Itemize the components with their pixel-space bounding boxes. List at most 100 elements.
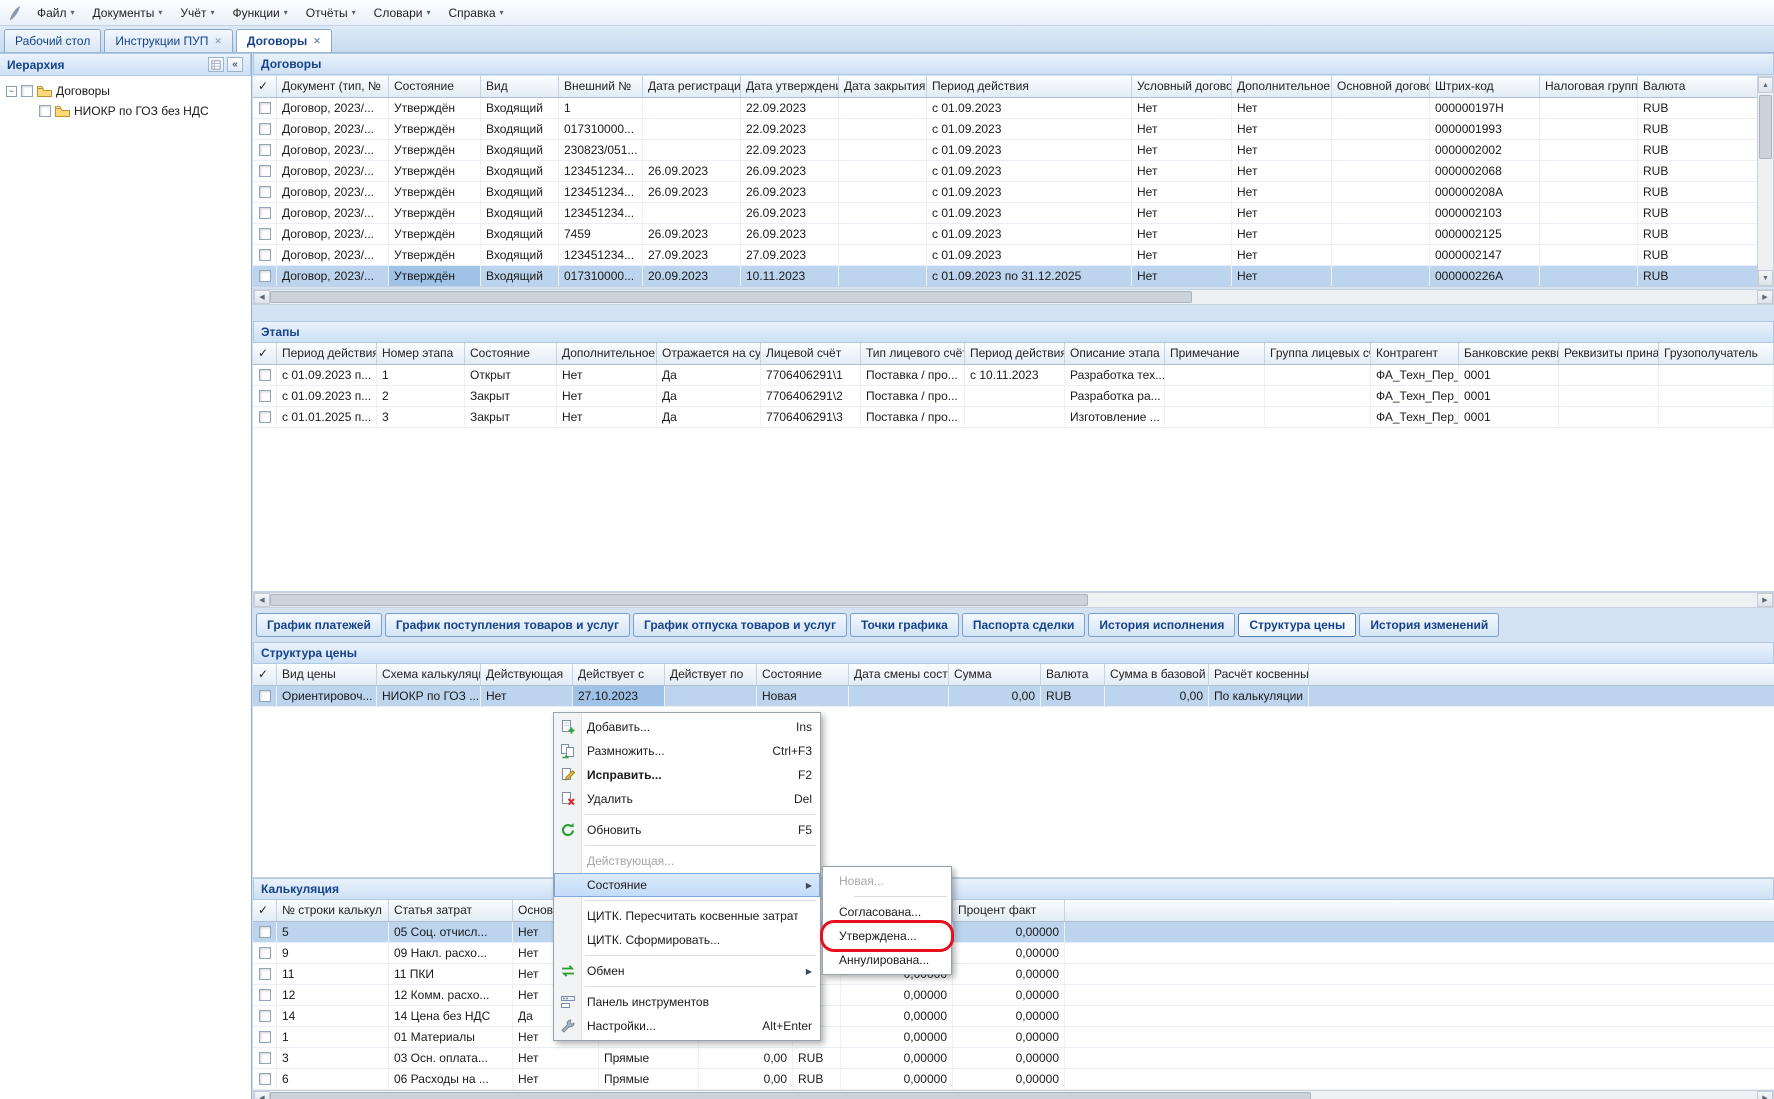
vertical-scrollbar[interactable]: ▲ ▼	[1757, 76, 1774, 287]
scroll-left-icon[interactable]: ◀	[254, 290, 270, 304]
row-checkbox[interactable]	[259, 270, 271, 282]
column-header[interactable]: Примечание	[1165, 343, 1265, 364]
column-header[interactable]: Реквизиты принад	[1559, 343, 1659, 364]
scrollbar-thumb[interactable]	[270, 594, 1088, 606]
table-row[interactable]: Договор, 2023/...УтверждёнВходящий017310…	[253, 119, 1757, 140]
column-header[interactable]: Штрих-код	[1430, 76, 1540, 97]
table-row[interactable]: 1111 ПКИНет0,000000,00000	[253, 964, 1774, 985]
column-header[interactable]: Отражается на су	[657, 343, 761, 364]
row-checkbox[interactable]	[259, 968, 271, 980]
column-header[interactable]: Дополнительное с	[557, 343, 657, 364]
scrollbar-track[interactable]	[270, 1091, 1757, 1099]
table-row[interactable]: 909 Накл. расхо...Нет0,000000,00000	[253, 943, 1774, 964]
table-row[interactable]: Договор, 2023/...УтверждёнВходящий122.09…	[253, 98, 1757, 119]
table-row[interactable]: с 01.01.2025 п...3ЗакрытНетДа7706406291\…	[253, 407, 1774, 428]
table-row[interactable]: Договор, 2023/...УтверждёнВходящий123451…	[253, 203, 1757, 224]
column-header[interactable]: Действует по	[665, 664, 757, 685]
tree-node[interactable]: −Договоры	[0, 81, 251, 101]
column-header[interactable]: Внешний №	[559, 76, 643, 97]
detail-tab[interactable]: История исполнения	[1088, 613, 1235, 637]
column-header[interactable]: Основной договор	[1332, 76, 1430, 97]
menu-item[interactable]: ОбновитьF5	[554, 818, 820, 842]
column-header[interactable]: Валюта	[1638, 76, 1757, 97]
horizontal-scrollbar[interactable]: ◀ ▶	[253, 1090, 1774, 1099]
detail-tab[interactable]: График платежей	[256, 613, 382, 637]
scroll-left-icon[interactable]: ◀	[254, 1091, 270, 1099]
table-row[interactable]: Договор, 2023/...УтверждёнВходящий745926…	[253, 224, 1757, 245]
row-checkbox[interactable]	[259, 102, 271, 114]
menu-item[interactable]: УдалитьDel	[554, 787, 820, 811]
menubar-item[interactable]: Учёт▾	[171, 2, 223, 24]
tab-close-icon[interactable]: ✕	[214, 31, 222, 52]
menu-item[interactable]: Новая...	[823, 869, 951, 893]
table-row[interactable]: Договор, 2023/...УтверждёнВходящий123451…	[253, 182, 1757, 203]
column-header[interactable]: Дополнительное с	[1232, 76, 1332, 97]
table-row[interactable]: 1414 Цена без НДСДа0,000000,00000	[253, 1006, 1774, 1027]
table-row[interactable]: 1212 Комм. расхо...Нет0,000000,00000	[253, 985, 1774, 1006]
row-checkbox[interactable]	[259, 690, 271, 702]
collapse-sidebar-icon[interactable]: «	[227, 57, 243, 72]
column-header[interactable]: Банковские рекви	[1459, 343, 1559, 364]
column-header[interactable]: Состояние	[757, 664, 849, 685]
column-header[interactable]: Лицевой счёт	[761, 343, 861, 364]
column-header[interactable]: Группа лицевых сч	[1265, 343, 1371, 364]
tree-checkbox[interactable]	[21, 85, 33, 97]
column-header[interactable]: Дата закрытия	[839, 76, 927, 97]
row-checkbox[interactable]	[259, 123, 271, 135]
menu-item[interactable]: Состояние▶	[554, 873, 820, 897]
hierarchy-grid-icon[interactable]	[208, 57, 224, 72]
row-checkbox[interactable]	[259, 1010, 271, 1022]
column-header[interactable]: Вид	[481, 76, 559, 97]
column-header[interactable]: Сумма в базовой в	[1105, 664, 1209, 685]
horizontal-scrollbar[interactable]: ◀ ▶	[253, 289, 1774, 305]
row-checkbox[interactable]	[259, 1052, 271, 1064]
menubar-item[interactable]: Словари▾	[365, 2, 440, 24]
table-row[interactable]: с 01.09.2023 п...1ОткрытНетДа7706406291\…	[253, 365, 1774, 386]
row-checkbox[interactable]	[259, 228, 271, 240]
column-header[interactable]: № строки калькул	[277, 900, 389, 921]
scroll-right-icon[interactable]: ▶	[1757, 290, 1773, 304]
row-checkbox[interactable]	[259, 369, 271, 381]
column-header[interactable]: ✓	[253, 76, 277, 97]
row-checkbox[interactable]	[259, 926, 271, 938]
scroll-down-icon[interactable]: ▼	[1758, 270, 1773, 286]
menubar-item[interactable]: Отчёты▾	[297, 2, 365, 24]
menu-item[interactable]: Утверждена...	[823, 924, 951, 948]
column-header[interactable]: Расчёт косвенных	[1209, 664, 1309, 685]
scroll-right-icon[interactable]: ▶	[1757, 593, 1773, 607]
row-checkbox[interactable]	[259, 947, 271, 959]
row-checkbox[interactable]	[259, 1073, 271, 1085]
scroll-up-icon[interactable]: ▲	[1758, 77, 1773, 93]
scroll-left-icon[interactable]: ◀	[254, 593, 270, 607]
column-header[interactable]: Номер этапа	[377, 343, 465, 364]
row-checkbox[interactable]	[259, 144, 271, 156]
column-header[interactable]: ✓	[253, 343, 277, 364]
column-header[interactable]: Описание этапа	[1065, 343, 1165, 364]
column-header[interactable]: Документ (тип, №	[277, 76, 389, 97]
menu-item[interactable]: Согласована...	[823, 900, 951, 924]
menubar-item[interactable]: Документы▾	[84, 2, 172, 24]
column-header[interactable]: Дата смены состо	[849, 664, 949, 685]
menu-item[interactable]: Размножить...Ctrl+F3	[554, 739, 820, 763]
detail-tab[interactable]: Паспорта сделки	[962, 613, 1086, 637]
tree-expand-icon[interactable]: −	[6, 86, 17, 97]
table-row[interactable]: с 01.09.2023 п...2ЗакрытНетДа7706406291\…	[253, 386, 1774, 407]
tree-checkbox[interactable]	[39, 105, 51, 117]
column-header[interactable]: Валюта	[1041, 664, 1105, 685]
column-header[interactable]: Вид цены	[277, 664, 377, 685]
table-row[interactable]: 101 МатериалыНет0,000000,00000	[253, 1027, 1774, 1048]
column-header[interactable]: Тип лицевого счёт	[861, 343, 965, 364]
row-checkbox[interactable]	[259, 186, 271, 198]
scrollbar-track[interactable]	[1758, 93, 1773, 270]
column-header[interactable]: Грузополучатель	[1659, 343, 1774, 364]
column-header[interactable]: Период действия..	[277, 343, 377, 364]
column-header[interactable]: Статья затрат	[389, 900, 513, 921]
scrollbar-thumb[interactable]	[270, 291, 1192, 303]
row-checkbox[interactable]	[259, 207, 271, 219]
detail-tab[interactable]: Структура цены	[1238, 613, 1356, 637]
scrollbar-thumb[interactable]	[270, 1092, 1311, 1099]
column-header[interactable]: Состояние	[465, 343, 557, 364]
menubar-item[interactable]: Справка▾	[439, 2, 512, 24]
table-row[interactable]: Ориентировоч...НИОКР по ГОЗ ...Нет27.10.…	[253, 686, 1774, 707]
column-header[interactable]: Сумма	[949, 664, 1041, 685]
